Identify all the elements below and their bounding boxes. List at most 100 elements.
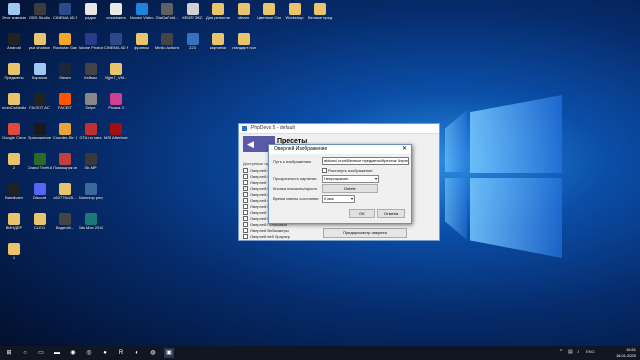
- desktop-icon[interactable]: GtaGaFold...: [155, 3, 179, 29]
- chevron-up-icon[interactable]: ^: [560, 349, 562, 355]
- desktop-icon[interactable]: Sb-MP: [79, 153, 103, 179]
- app-icon: [59, 63, 71, 75]
- desktop-icon[interactable]: c62776c26...: [53, 183, 77, 209]
- checkbox-box[interactable]: [243, 222, 248, 228]
- preset-item[interactable]: Оверлей веб браузер: [243, 234, 321, 240]
- desktop-icon[interactable]: Bandicam: [2, 183, 26, 209]
- desktop-icon[interactable]: Для репостинга: [206, 3, 230, 29]
- desktop-icon[interactable]: MSI Afterburner: [104, 123, 128, 149]
- steam-icon[interactable]: ◎: [84, 348, 94, 358]
- desktop-icon[interactable]: ВидеоМ...: [53, 213, 77, 239]
- explorer-icon[interactable]: ▬: [52, 348, 62, 358]
- hotkey-button[interactable]: Delete: [322, 184, 378, 193]
- checkbox-box[interactable]: [243, 228, 248, 234]
- task-view-icon[interactable]: ▭: [36, 348, 46, 358]
- desktop-icon[interactable]: Вечные предметы: [308, 3, 332, 29]
- app-icon: [237, 33, 250, 45]
- desktop-icon[interactable]: cmoshaers: [104, 3, 128, 29]
- phpdevs-icon[interactable]: ▣: [164, 348, 174, 358]
- desktop-icon[interactable]: Кеймы: [79, 63, 103, 89]
- checkbox-box[interactable]: [243, 168, 248, 174]
- close-icon[interactable]: ✕: [402, 145, 407, 154]
- stretch-checkbox[interactable]: Растянуть изображение: [322, 168, 373, 174]
- opacity-select[interactable]: Непрозрачно ▾: [322, 175, 379, 183]
- network-icon[interactable]: ▤: [568, 349, 573, 355]
- desktop-icon[interactable]: Counter-Str. Global Offe...: [53, 123, 77, 149]
- chrome-icon[interactable]: ◉: [68, 348, 78, 358]
- desktop-icon[interactable]: GTA no cars: [79, 123, 103, 149]
- desktop-icon[interactable]: CINEMA 4D R14 64BIT: [104, 33, 128, 59]
- rockstar-icon[interactable]: R: [116, 348, 126, 358]
- desktop-icon[interactable]: Workshop: [283, 3, 307, 29]
- checkbox-box[interactable]: [243, 216, 248, 222]
- desktop-icon[interactable]: Movavi Video Editor Plus: [130, 3, 154, 29]
- dialog-titlebar[interactable]: Оверлей Изображение ✕: [269, 145, 411, 154]
- desktop-icon[interactable]: CINEMA 4D R14: [53, 3, 77, 29]
- clock[interactable]: 16:51 18.01.2020: [616, 347, 636, 358]
- desktop-icon[interactable]: стандарт пользов: [232, 33, 256, 59]
- window-titlebar[interactable]: PhpDevs 5 - default: [239, 124, 439, 134]
- desktop-icon[interactable]: Picasa 3: [104, 93, 128, 119]
- desktop-icon[interactable]: Grand Theft Auto V: [28, 153, 52, 179]
- time-select[interactable]: 0 мкс ▾: [322, 195, 355, 203]
- desktop-icon-label: Steam: [59, 76, 71, 80]
- desktop-icon[interactable]: Discord: [28, 183, 52, 209]
- desktop-icon[interactable]: Vijjer7_VM...: [104, 63, 128, 89]
- desktop-icon[interactable]: картинки: [206, 33, 230, 59]
- discord-icon[interactable]: ◐: [132, 348, 142, 358]
- checkbox-box[interactable]: [243, 198, 248, 204]
- desktop-icon[interactable]: Монитор ресурсов: [79, 183, 103, 209]
- desktop-icon[interactable]: Android: [2, 33, 26, 59]
- desktop-icon[interactable]: Minilo Actions: [155, 33, 179, 59]
- preview-button[interactable]: Предпросмотр оверлея: [323, 228, 407, 238]
- desktop-icon[interactable]: Steam: [53, 63, 77, 89]
- desktop-icon[interactable]: mobiCsMedia: [2, 93, 26, 119]
- desktop-icon[interactable]: CLEO: [28, 213, 52, 239]
- desktop-icon-label: Приложение Autodesk д...: [27, 136, 52, 140]
- desktop-icon[interactable]: Этот компьютер: [2, 3, 26, 29]
- app-icon: [110, 3, 122, 15]
- desktop-icon[interactable]: 223: [181, 33, 205, 59]
- desktop-icon[interactable]: Adobe Photosh...: [79, 33, 103, 59]
- checkbox-box[interactable]: [243, 180, 248, 186]
- ok-button[interactable]: OK: [349, 209, 375, 218]
- desktop-icon[interactable]: фрапсы: [130, 33, 154, 59]
- cancel-button[interactable]: Отмена: [377, 209, 405, 218]
- desktop-icon[interactable]: Приложение Autodesk д...: [28, 123, 52, 149]
- desktop-icon[interactable]: 1: [2, 243, 26, 269]
- checkbox-box[interactable]: [243, 204, 248, 210]
- checkbox-box[interactable]: [322, 168, 327, 174]
- app-icon: [33, 213, 46, 225]
- desktop-icon[interactable]: steam: [232, 3, 256, 29]
- search-icon[interactable]: ○: [20, 348, 30, 358]
- checkbox-box[interactable]: [243, 234, 248, 240]
- desktop-icon[interactable]: радио: [79, 3, 103, 29]
- language-indicator[interactable]: ENG: [586, 349, 595, 354]
- desktop-icon[interactable]: КЕМП ЭКС: [181, 3, 205, 29]
- desktop-icon[interactable]: ВИНДЕР: [2, 213, 26, 239]
- desktop-icon[interactable]: Snipe: [79, 93, 103, 119]
- desktop-icon[interactable]: 2: [2, 153, 26, 179]
- preset-label: Оверлей Вебкамеры: [250, 228, 289, 233]
- desktop-icon[interactable]: OBS Studio: [28, 3, 52, 29]
- desktop-icon[interactable]: Предметы: [2, 63, 26, 89]
- desktop-icon[interactable]: Цветные Схемы...: [257, 3, 281, 29]
- desktop-icon[interactable]: FACEIT: [53, 93, 77, 119]
- checkbox-box[interactable]: [243, 210, 248, 216]
- desktop-icon-label: Vijjer7_VM...: [104, 76, 128, 80]
- desktop-icon[interactable]: FACEIT AC: [28, 93, 52, 119]
- checkbox-box[interactable]: [243, 192, 248, 198]
- desktop-icon[interactable]: Корзина: [28, 63, 52, 89]
- bandicam-icon[interactable]: ●: [100, 348, 110, 358]
- desktop-icon[interactable]: Помощник игрокам...: [53, 153, 77, 179]
- path-input[interactable]: ablcanl стол\Вечные предметы\Крестик Чер…: [322, 157, 409, 165]
- volume-icon[interactable]: ♪: [577, 349, 580, 355]
- checkbox-box[interactable]: [243, 174, 248, 180]
- desktop-icon[interactable]: psd shablon: [28, 33, 52, 59]
- desktop-icon[interactable]: 3ds Max 2016: [79, 213, 103, 239]
- desktop-icon[interactable]: Google Chrome: [2, 123, 26, 149]
- checkbox-box[interactable]: ✓: [243, 186, 248, 192]
- obs-icon[interactable]: ◍: [148, 348, 158, 358]
- desktop-icon[interactable]: Rockstar Games...: [53, 33, 77, 59]
- windows-logo-icon[interactable]: ⊞: [4, 348, 14, 358]
